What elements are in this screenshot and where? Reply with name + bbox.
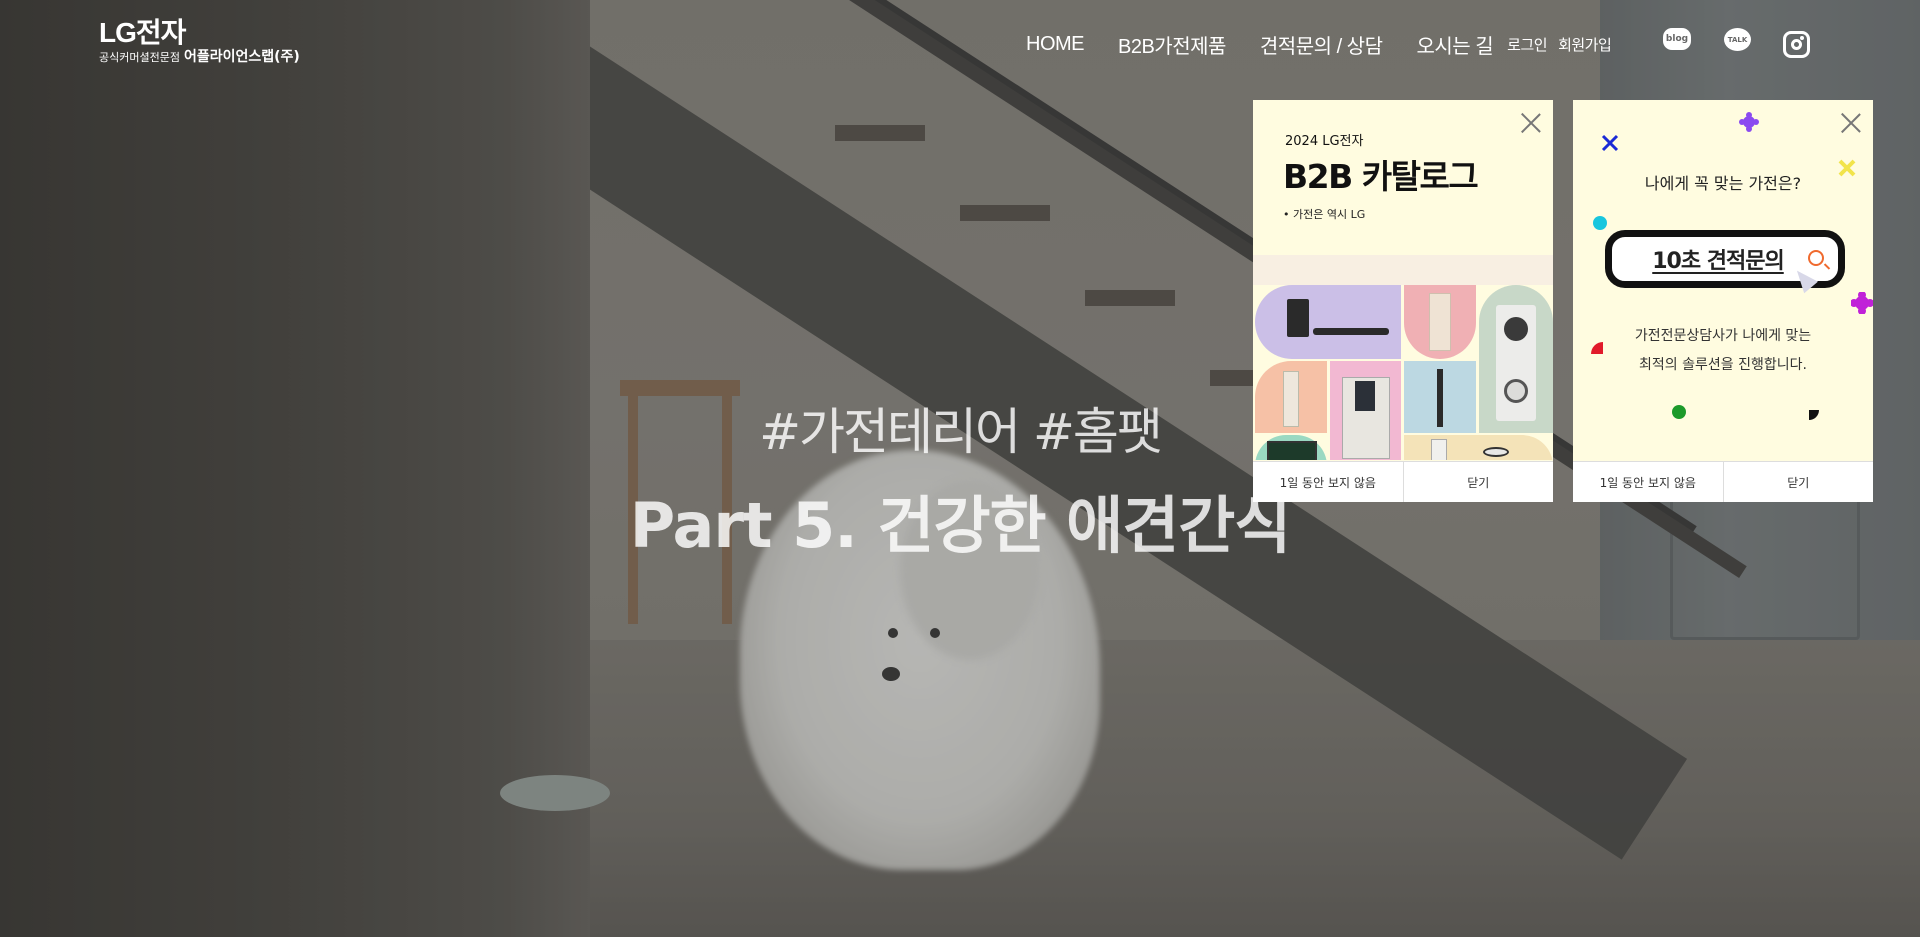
main-nav: HOME B2B가전제품 견적문의 / 상담 오시는 길 로그인 회원가입 [1026, 30, 1622, 59]
brand-logo-block[interactable]: LG전자 공식커머셜전문점 어플라이언스랩(주) [99, 18, 300, 65]
confetti-flower-icon [1851, 292, 1873, 314]
quote-description-line2: 최적의 솔루션을 진행합니다. [1639, 357, 1807, 373]
nav-quote-consult[interactable]: 견적문의 / 상담 [1260, 30, 1383, 59]
blog-icon-label: blog [1665, 34, 1689, 44]
login-link[interactable]: 로그인 [1507, 34, 1547, 55]
catalog-year-brand: 2024 LG전자 [1285, 134, 1364, 149]
catalog-slogan: • 가전은 역시 LG [1283, 208, 1366, 221]
catalog-popup: 2024 LG전자 B2B 카탈로그 • 가전은 역시 LG 1일 동안 보지 … [1253, 100, 1553, 502]
signup-link[interactable]: 회원가입 [1558, 34, 1612, 55]
dismiss-one-day-button[interactable]: 1일 동안 보지 않음 [1253, 462, 1403, 502]
confetti-dot-icon [1593, 216, 1607, 230]
confetti-x-icon [1601, 134, 1619, 152]
store-name: 어플라이언스랩(주) [183, 49, 300, 65]
nav-home[interactable]: HOME [1026, 33, 1085, 56]
instagram-icon[interactable] [1783, 31, 1810, 58]
confetti-quarter-icon [1809, 410, 1819, 420]
close-icon[interactable] [1841, 112, 1861, 132]
close-icon[interactable] [1521, 112, 1541, 132]
quick-quote-label: 10초 견적문의 [1652, 249, 1784, 274]
kakaotalk-icon[interactable]: TALK [1724, 28, 1751, 51]
search-icon [1808, 250, 1824, 266]
quote-popup-footer: 1일 동안 보지 않음 닫기 [1573, 461, 1873, 502]
quote-description: 가전전문상담사가 나에게 맞는 최적의 솔루션을 진행합니다. [1573, 322, 1873, 380]
talk-icon-label: TALK [1727, 35, 1748, 44]
blog-icon[interactable]: blog [1663, 28, 1691, 50]
close-button[interactable]: 닫기 [1402, 462, 1554, 502]
confetti-dot-icon [1672, 405, 1686, 419]
nav-b2b-products[interactable]: B2B가전제품 [1118, 30, 1226, 59]
confetti-flower-icon [1739, 112, 1759, 132]
lg-logo: LG전자 [99, 17, 186, 48]
catalog-popup-footer: 1일 동안 보지 않음 닫기 [1253, 461, 1553, 502]
quote-popup: 나에게 꼭 맞는 가전은? 10초 견적문의 가전전문상담사가 나에게 맞는 최… [1573, 100, 1873, 502]
close-button[interactable]: 닫기 [1722, 462, 1874, 502]
quote-question: 나에게 꼭 맞는 가전은? [1644, 174, 1802, 193]
nav-directions[interactable]: 오시는 길 [1416, 30, 1493, 59]
catalog-title: B2B 카탈로그 [1283, 157, 1479, 196]
dismiss-one-day-button[interactable]: 1일 동안 보지 않음 [1573, 462, 1723, 502]
brand-subtitle: 공식커머셜전문점 [99, 51, 180, 64]
catalog-product-grid[interactable] [1253, 255, 1553, 460]
quote-description-line1: 가전전문상담사가 나에게 맞는 [1634, 328, 1812, 344]
